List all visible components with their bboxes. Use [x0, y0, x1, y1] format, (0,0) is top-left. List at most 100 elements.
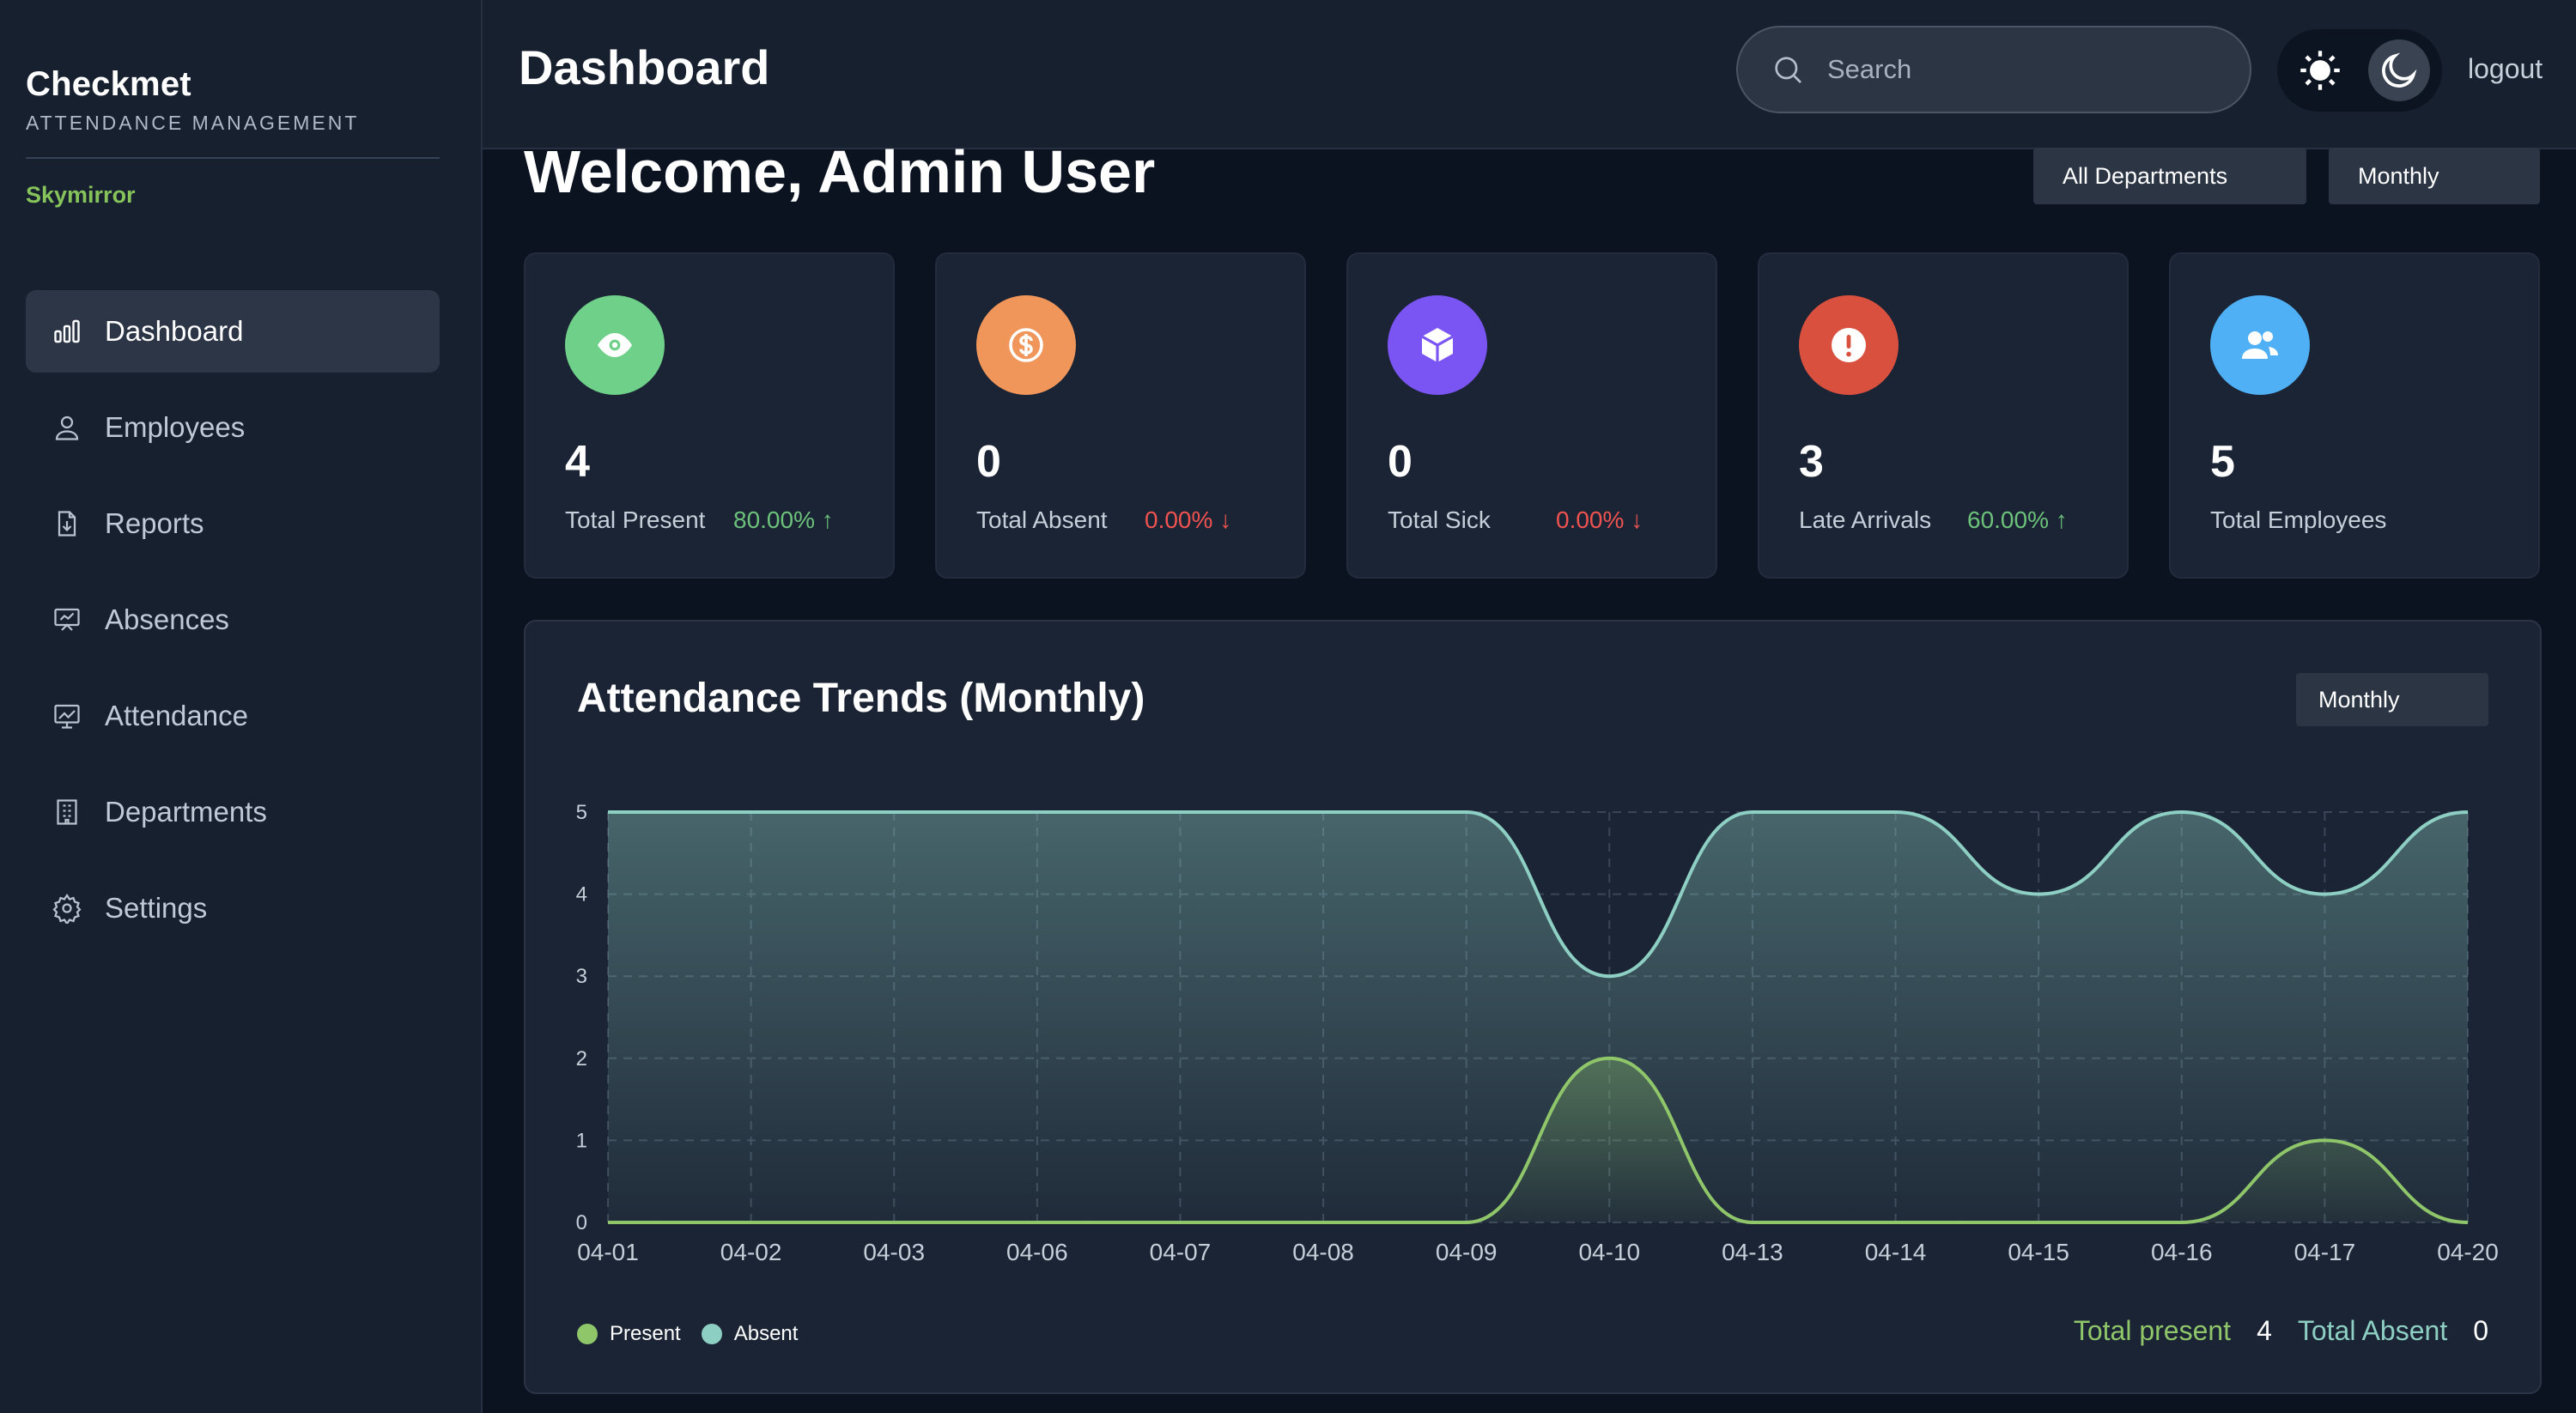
card-icon-circle [1388, 295, 1487, 395]
y-tick-label: 5 [576, 801, 587, 824]
total-absent-label: Total Absent [2297, 1315, 2448, 1346]
sidebar-item-settings[interactable]: Settings [26, 867, 440, 949]
x-tick-label: 04-02 [720, 1239, 782, 1265]
dollar-icon [1009, 328, 1043, 362]
presentation-icon [52, 604, 82, 635]
legend-item-absent[interactable]: Absent [701, 1322, 799, 1346]
total-present-value: 4 [2257, 1315, 2272, 1346]
x-tick-label: 04-09 [1436, 1239, 1498, 1265]
sidebar-item-label: Employees [105, 411, 246, 443]
eye-icon [598, 333, 632, 357]
users-icon [2242, 331, 2278, 359]
legend-label: Absent [733, 1322, 799, 1345]
x-tick-label: 04-13 [1722, 1239, 1783, 1265]
sidebar-item-label: Dashboard [105, 315, 244, 347]
welcome-heading: Welcome, Admin User [524, 138, 1156, 205]
chart-period-select[interactable]: Monthly [2296, 673, 2488, 726]
legend-dot [701, 1324, 722, 1344]
sidebar: Checkmet ATTENDANCE MANAGEMENT Skymirror… [0, 0, 483, 1413]
y-tick-label: 4 [576, 883, 587, 907]
arrow-up-icon: ↑ [2055, 506, 2068, 533]
period-filter[interactable]: Monthly [2329, 148, 2540, 204]
search-input[interactable] [1826, 53, 2207, 86]
arrow-down-icon: ↓ [1631, 506, 1643, 533]
x-tick-label: 04-08 [1292, 1239, 1354, 1265]
legend-label: Present [610, 1322, 681, 1345]
stat-label: Total Employees [2210, 506, 2387, 533]
stat-value: 4 [565, 437, 590, 487]
stat-percentage: 80.00% ↑ [733, 506, 834, 533]
card-icon-circle [2210, 295, 2310, 395]
x-tick-label: 04-14 [1865, 1239, 1927, 1265]
dark-mode-button[interactable] [2368, 39, 2430, 101]
bar-chart-icon [52, 316, 82, 347]
legend-item-present[interactable]: Present [577, 1322, 681, 1346]
x-tick-label: 04-20 [2437, 1239, 2499, 1265]
attendance-trends-chart: 0 1 2 3 4 5 04-01 04-02 04-03 04-06 04-07 04-08 04-0… [576, 801, 2499, 1265]
stat-percentage: 60.00% ↑ [1967, 506, 2068, 533]
card-icon-circle [565, 295, 665, 395]
y-tick-label: 3 [576, 965, 587, 988]
stat-value: 3 [1799, 437, 1824, 487]
department-filter[interactable]: All Departments [2033, 148, 2306, 204]
stat-label: Total Present [565, 506, 706, 533]
alert-icon [1832, 328, 1866, 362]
stat-value: 5 [2210, 437, 2235, 487]
total-present-label: Total present [2073, 1315, 2232, 1346]
arrow-up-icon: ↑ [821, 506, 834, 533]
sidebar-item-absences[interactable]: Absences [26, 579, 440, 661]
stat-label: Late Arrivals [1799, 506, 1932, 533]
y-tick-label: 1 [576, 1129, 587, 1152]
stat-card-absent: 0 Total Absent 0.00% ↓ [935, 252, 1306, 579]
chart-title: Attendance Trends (Monthly) [577, 676, 1145, 721]
arrow-down-icon: ↓ [1219, 506, 1232, 533]
sidebar-item-reports[interactable]: Reports [26, 482, 440, 565]
logout-link[interactable]: logout [2468, 53, 2543, 85]
stat-label: Total Absent [976, 506, 1108, 533]
sidebar-item-dashboard[interactable]: Dashboard [26, 290, 440, 373]
chart-legend: Present Absent [577, 1322, 818, 1346]
search-box[interactable] [1736, 26, 2251, 113]
stat-value: 0 [976, 437, 1001, 487]
legend-dot [577, 1324, 598, 1344]
theme-toggle[interactable] [2277, 29, 2442, 112]
page-title: Dashboard [519, 40, 770, 94]
card-icon-circle [1799, 295, 1899, 395]
light-mode-button[interactable] [2294, 45, 2346, 96]
stat-card-present: 4 Total Present 80.00% ↑ [524, 252, 895, 579]
attendance-trends-card: 0 1 2 3 4 5 04-01 04-02 04-03 04-06 04-07 04-08 04-0… [524, 620, 2542, 1394]
stat-card-late: 3 Late Arrivals 60.00% ↑ [1758, 252, 2129, 579]
sidebar-item-employees[interactable]: Employees [26, 386, 440, 469]
search-icon [1775, 57, 1801, 83]
y-tick-label: 2 [576, 1047, 587, 1070]
sidebar-item-departments[interactable]: Departments [26, 771, 440, 853]
cube-icon [1421, 328, 1454, 362]
sidebar-item-label: Departments [105, 796, 267, 828]
stat-value: 0 [1388, 437, 1413, 487]
sidebar-item-label: Settings [105, 892, 208, 924]
brand-title: Checkmet [26, 65, 191, 103]
sidebar-item-attendance[interactable]: Attendance [26, 675, 440, 757]
stat-percentage: 0.00% ↓ [1145, 506, 1232, 533]
moon-icon [2382, 52, 2417, 88]
total-absent-value: 0 [2473, 1315, 2488, 1346]
brand-divider [26, 157, 440, 159]
x-tick-label: 04-06 [1006, 1239, 1068, 1265]
stat-card-sick: 0 Total Sick 0.00% ↓ [1346, 252, 1717, 579]
sidebar-item-label: Reports [105, 507, 204, 539]
trend-chart-icon [52, 700, 82, 731]
card-icon-circle [976, 295, 1076, 395]
chart-totals: Total present 4 Total Absent 0 [2074, 1315, 2488, 1347]
stat-card-employees: 5 Total Employees [2169, 252, 2540, 579]
gear-icon [52, 893, 82, 924]
x-tick-label: 04-10 [1578, 1239, 1640, 1265]
x-tick-label: 04-16 [2151, 1239, 2213, 1265]
sidebar-item-label: Attendance [105, 700, 248, 731]
organization-name[interactable]: Skymirror [26, 182, 136, 209]
user-icon [52, 412, 82, 443]
y-tick-label: 0 [576, 1211, 587, 1234]
file-download-icon [52, 508, 82, 539]
brand-subtitle: ATTENDANCE MANAGEMENT [26, 112, 360, 134]
top-header: Dashboard logout [483, 0, 2576, 149]
stat-label: Total Sick [1388, 506, 1491, 533]
